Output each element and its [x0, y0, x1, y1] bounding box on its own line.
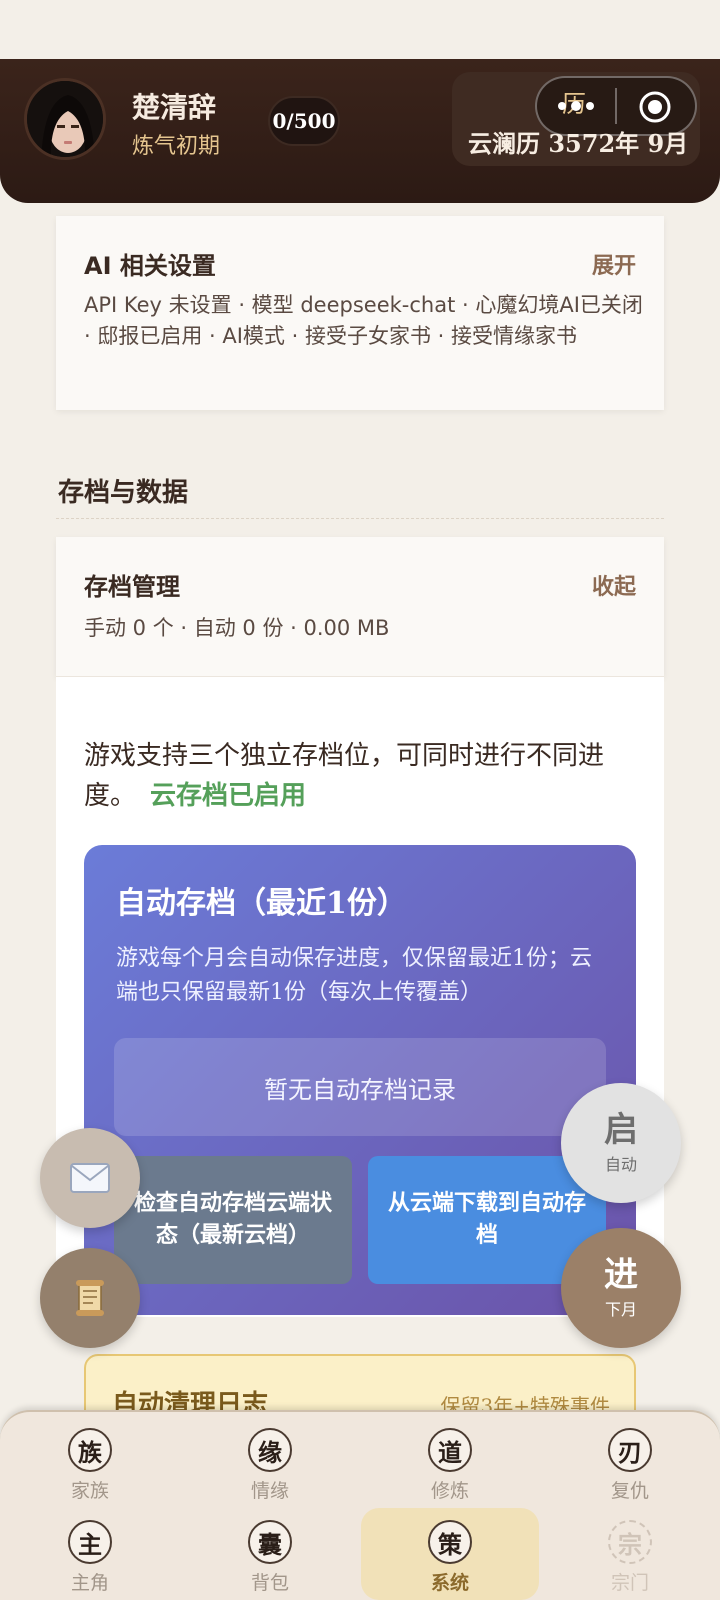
tab-protagonist[interactable]: 主 主角: [30, 1520, 150, 1595]
game-date: 云澜历 3572年 9月: [468, 129, 689, 158]
tab-sect[interactable]: 宗 宗门: [570, 1520, 690, 1595]
tab-family-label: 家族: [70, 1480, 109, 1502]
next-month-label: 下月: [604, 1300, 637, 1319]
tab-system-label: 系统: [430, 1572, 469, 1594]
ai-settings-title: AI 相关设置: [84, 252, 216, 280]
auto-save-empty: 暂无自动存档记录: [114, 1038, 606, 1136]
auto-button[interactable]: 启 自动: [561, 1083, 681, 1203]
tab-protagonist-icon: 主: [68, 1520, 112, 1564]
mail-button[interactable]: [40, 1128, 140, 1228]
tab-revenge-label: 复仇: [610, 1480, 649, 1502]
more-menu-icon[interactable]: [556, 98, 596, 114]
capsule-divider: [615, 88, 617, 124]
save-management-card[interactable]: 存档管理 收起 手动 0 个 · 自动 0 份 · 0.00 MB: [56, 537, 664, 677]
tab-revenge[interactable]: 刃 复仇: [570, 1428, 690, 1503]
close-target-icon[interactable]: [638, 90, 672, 124]
next-month-button[interactable]: 进 下月: [561, 1228, 681, 1348]
auto-button-char: 启: [604, 1110, 638, 1150]
tab-cultivation-icon: 道: [428, 1428, 472, 1472]
envelope-icon: [70, 1163, 110, 1193]
tab-bag-label: 背包: [250, 1572, 289, 1594]
next-month-char: 进: [604, 1255, 638, 1295]
collapse-button[interactable]: 收起: [592, 569, 636, 601]
tab-romance[interactable]: 缘 情缘: [210, 1428, 330, 1503]
tab-cultivation-label: 修炼: [430, 1480, 469, 1502]
tab-revenge-icon: 刃: [608, 1428, 652, 1472]
ai-settings-card[interactable]: AI 相关设置 展开 API Key 未设置 · 模型 deepseek-cha…: [56, 216, 664, 410]
cloud-status: 云存档已启用: [150, 781, 307, 811]
auto-save-title: 自动存档（最近1份）: [116, 886, 407, 921]
tab-cultivation[interactable]: 道 修炼: [390, 1428, 510, 1503]
auto-button-label: 自动: [604, 1155, 637, 1174]
tab-bag-icon: 囊: [248, 1520, 292, 1564]
tab-sect-icon: 宗: [608, 1520, 652, 1564]
tab-protagonist-label: 主角: [70, 1572, 109, 1594]
save-summary: 手动 0 个 · 自动 0 份 · 0.00 MB: [84, 616, 390, 640]
tab-family-icon: 族: [68, 1428, 112, 1472]
save-management-title: 存档管理: [84, 573, 180, 601]
tab-sect-label: 宗门: [610, 1572, 649, 1594]
scroll-icon: [76, 1280, 104, 1316]
tab-system[interactable]: 策 系统: [361, 1508, 539, 1600]
tab-bag[interactable]: 囊 背包: [210, 1520, 330, 1595]
expand-button[interactable]: 展开: [592, 248, 636, 280]
ai-settings-summary: API Key 未设置 · 模型 deepseek-chat · 心魔幻境AI已…: [84, 293, 643, 348]
save-intro: 游戏支持三个独立存档位，可同时进行不同进度。 云存档已启用: [84, 736, 644, 816]
scroll-button[interactable]: [40, 1248, 140, 1348]
section-divider: [56, 518, 664, 519]
bottom-tab-bar: 族 家族 缘 情缘 道 修炼 刃 复仇 主 主角 囊 背包 策 系统 宗 宗门: [0, 1410, 720, 1600]
check-cloud-status-button[interactable]: 检查自动存档云端状态（最新云档）: [114, 1156, 352, 1284]
exp-counter: 0/500: [268, 96, 340, 146]
tab-system-icon: 策: [428, 1520, 472, 1564]
character-name: 楚清辞: [132, 91, 217, 124]
section-title: 存档与数据: [58, 478, 189, 508]
tab-romance-label: 情缘: [250, 1480, 289, 1502]
avatar[interactable]: [24, 78, 106, 160]
cultivation-realm: 炼气初期: [132, 134, 221, 159]
tab-romance-icon: 缘: [248, 1428, 292, 1472]
tab-family[interactable]: 族 家族: [30, 1428, 150, 1503]
auto-save-desc: 游戏每个月会自动保存进度，仅保留最近1份；云端也只保留最新1份（每次上传覆盖）: [116, 946, 592, 1005]
